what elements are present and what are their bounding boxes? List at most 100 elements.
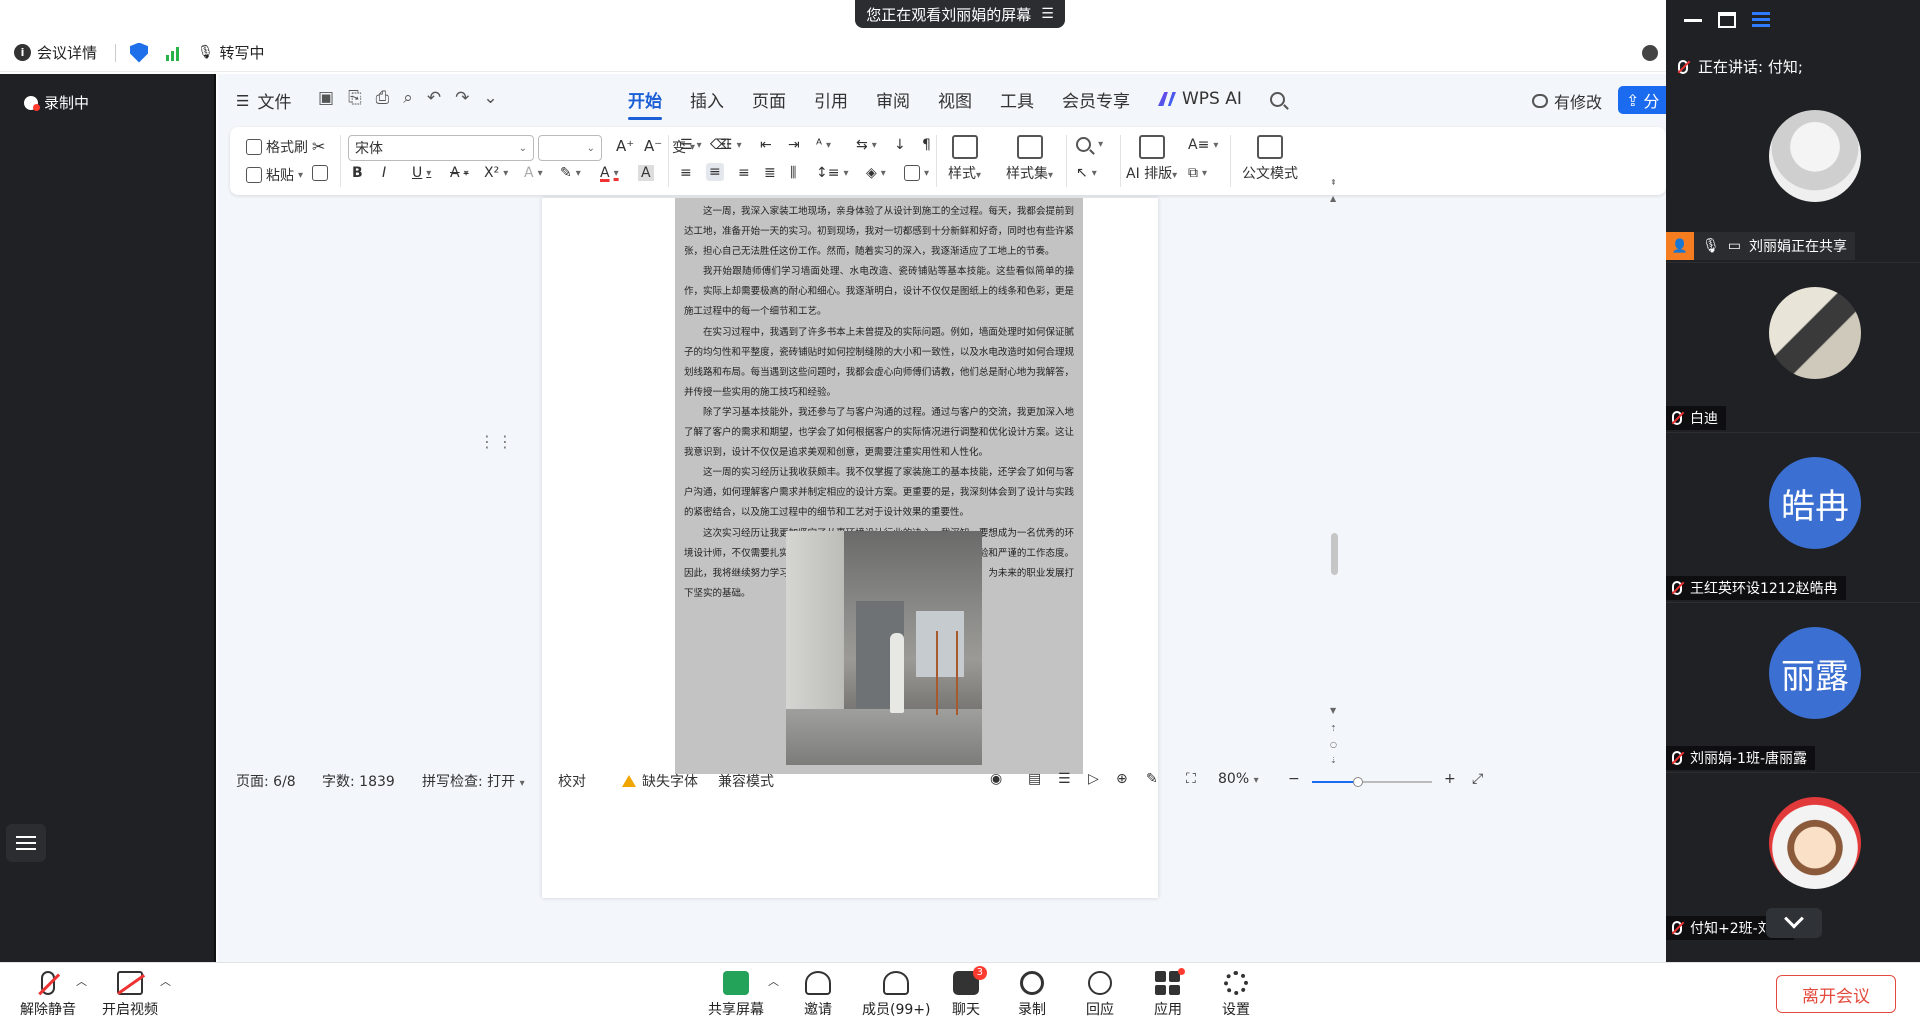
audio-options-chevron-icon[interactable]: ︿	[76, 973, 87, 989]
outline-view-icon[interactable]: ☰	[1058, 771, 1071, 787]
justify-button[interactable]: ≣	[764, 165, 776, 181]
fullscreen-icon[interactable]: ⤢	[1472, 771, 1483, 787]
leave-meeting-button[interactable]: 离开会议	[1776, 975, 1896, 1013]
underline-button[interactable]: U ▾	[412, 165, 431, 181]
redo-icon[interactable]: ↷	[455, 88, 469, 108]
borders-button[interactable]: ▾	[904, 165, 929, 181]
zoom-slider[interactable]	[1312, 777, 1432, 787]
official-doc-mode-button[interactable]: 公文模式	[1242, 135, 1298, 183]
cut-button[interactable]: ✂	[312, 137, 325, 156]
read-mode-icon[interactable]: ▷	[1088, 771, 1099, 787]
scroll-down-icon[interactable]: ▼	[1330, 706, 1336, 715]
video-options-chevron-icon[interactable]: ︿	[160, 973, 171, 989]
tab-view[interactable]: 视图	[938, 74, 972, 124]
print-icon[interactable]: ⎙	[376, 88, 390, 108]
bold-button[interactable]: B	[352, 165, 363, 181]
invite-button[interactable]: 邀请	[804, 971, 832, 1019]
show-marks-button[interactable]: ¶	[922, 137, 931, 153]
ai-layout-button[interactable]: AI 排版▾	[1126, 135, 1177, 183]
export-icon[interactable]: ⎘	[348, 88, 362, 108]
increase-indent-button[interactable]: ⇥	[788, 137, 800, 153]
participant-tile[interactable]: 皓冉 王红英环设1212赵皓冉	[1666, 432, 1920, 600]
save-icon[interactable]: ▣	[318, 88, 334, 108]
italic-button[interactable]: I	[382, 165, 386, 181]
font-color-button[interactable]: A ▾	[600, 165, 619, 181]
outline-toggle-button[interactable]	[6, 824, 46, 862]
word-count[interactable]: 字数: 1839	[322, 771, 395, 791]
paste-button[interactable]: 粘贴 ▾	[246, 165, 303, 185]
align-right-button[interactable]: ≡	[738, 165, 750, 181]
collapse-list-button[interactable]	[1766, 908, 1822, 938]
page-view-icon[interactable]: ▤	[1028, 771, 1041, 787]
line-spacing-button[interactable]: ↕≡ ▾	[816, 165, 849, 181]
align-left-button[interactable]: ≡	[680, 165, 692, 181]
share-options-chevron-icon[interactable]: ︿	[768, 973, 779, 989]
clock-icon[interactable]	[1642, 45, 1658, 61]
scroll-top-icon[interactable]: ⇞	[1330, 178, 1337, 187]
font-name-select[interactable]: 宋体 ⌄	[348, 135, 534, 161]
window-mode-icon[interactable]	[1718, 12, 1736, 28]
shading-button[interactable]: ◈ ▾	[866, 165, 886, 181]
copy-button[interactable]	[312, 165, 328, 181]
highlight-button[interactable]: ✎ ▾	[560, 165, 581, 181]
shrink-font-button[interactable]: A⁻	[644, 137, 662, 155]
tab-home[interactable]: 开始	[628, 74, 662, 124]
file-menu[interactable]: ☰ 文件	[236, 88, 291, 114]
hamburger-icon[interactable]: ☰	[1041, 6, 1054, 22]
security-button[interactable]	[130, 42, 149, 63]
text-layout-button[interactable]: A≡ ▾	[1188, 137, 1218, 153]
write-mode-icon[interactable]: ✎	[1146, 771, 1158, 787]
strikethrough-button[interactable]: A ▾	[450, 165, 469, 181]
next-page-icon[interactable]: ⇣	[1330, 756, 1337, 765]
select-button[interactable]: ↖ ▾	[1076, 165, 1097, 181]
tab-insert[interactable]: 插入	[690, 74, 724, 124]
font-size-select[interactable]: ⌄	[538, 135, 602, 161]
scrollbar-thumb[interactable]	[1331, 533, 1338, 575]
undo-icon[interactable]: ↶	[427, 88, 441, 108]
participant-tile[interactable]: 白迪	[1666, 262, 1920, 430]
list-layout-icon[interactable]	[1752, 12, 1770, 28]
missing-font-warning[interactable]: 缺失字体	[622, 771, 698, 791]
fit-page-icon[interactable]: ⛶	[1186, 771, 1196, 787]
construction-site-photo[interactable]	[786, 531, 982, 765]
vertical-scrollbar[interactable]: ⇞ ▲ ▼ ⇡ ○ ⇣	[1325, 178, 1345, 768]
minimize-icon[interactable]	[1684, 12, 1702, 22]
apps-button[interactable]: 应用	[1154, 968, 1185, 1019]
tab-member[interactable]: 会员专享	[1062, 74, 1130, 124]
record-button[interactable]: 录制	[1018, 971, 1046, 1019]
react-button[interactable]: 回应	[1086, 971, 1114, 1019]
text-effect-button[interactable]: A ▾	[524, 165, 543, 181]
search-button[interactable]	[1269, 74, 1285, 124]
participant-tile[interactable]	[1666, 86, 1920, 254]
unmute-button[interactable]: 解除静音	[20, 971, 76, 1019]
bullets-button[interactable]: ☰ ▾	[680, 137, 702, 153]
chat-button[interactable]: 3 聊天	[952, 966, 987, 1019]
print-preview-icon[interactable]: ⌕	[403, 88, 413, 108]
signal-indicator[interactable]	[166, 45, 180, 61]
share-screen-button[interactable]: 共享屏幕	[708, 971, 764, 1019]
zoom-level[interactable]: 80% ▾	[1218, 771, 1259, 787]
recording-badge[interactable]: 录制中	[24, 92, 89, 113]
meeting-details-button[interactable]: i 会议详情	[14, 42, 97, 63]
tab-review[interactable]: 审阅	[876, 74, 910, 124]
prev-page-icon[interactable]: ⇡	[1330, 724, 1337, 733]
select-browse-icon[interactable]: ○	[1330, 740, 1337, 749]
eye-protect-icon[interactable]: ◉	[990, 771, 1002, 787]
start-video-button[interactable]: 开启视频	[102, 971, 158, 1019]
drag-handle-icon[interactable]: ⋮⋮	[479, 434, 515, 450]
scroll-up-icon[interactable]: ▲	[1330, 194, 1336, 203]
superscript-button[interactable]: X² ▾	[484, 165, 508, 181]
tab-wps-ai[interactable]: WPS AI	[1158, 74, 1242, 124]
settings-button[interactable]: 设置	[1222, 971, 1250, 1019]
sort-button[interactable]: ⇆ ▾	[856, 137, 877, 153]
decrease-indent-button[interactable]: ⇤	[760, 137, 772, 153]
zoom-in-button[interactable]: +	[1444, 771, 1456, 787]
members-button[interactable]: 成员(99+)	[862, 971, 930, 1019]
align-center-button[interactable]: ≡	[706, 163, 724, 181]
web-view-icon[interactable]: ⊕	[1116, 771, 1128, 787]
tab-references[interactable]: 引用	[814, 74, 848, 124]
paragraph-sort-button[interactable]: ↓	[894, 137, 906, 153]
numbering-button[interactable]: ☷ ▾	[720, 137, 742, 153]
document-page[interactable]: 这一周，我深入家装工地现场，亲身体验了从设计到施工的全过程。每天，我都会提前到达…	[542, 198, 1158, 898]
style-set-button[interactable]: 样式集▾	[1006, 135, 1053, 183]
